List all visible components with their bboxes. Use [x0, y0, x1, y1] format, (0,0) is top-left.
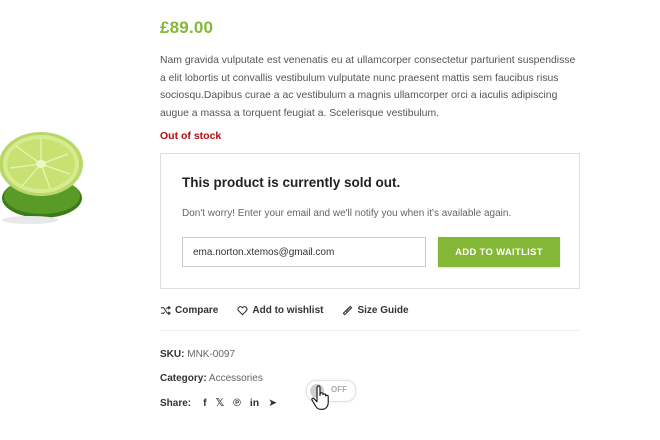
hand-cursor-icon — [311, 385, 329, 410]
size-guide-label: Size Guide — [357, 305, 409, 316]
size-guide-link[interactable]: Size Guide — [342, 305, 409, 316]
product-description: Nam gravida vulputate est venenatis eu a… — [160, 55, 576, 119]
share-row: Share: f 𝕏 ℗ in ➤ — [160, 397, 277, 409]
wishlist-link[interactable]: Add to wishlist — [237, 305, 323, 316]
waitlist-message: Don't worry! Enter your email and we'll … — [182, 208, 512, 219]
product-price: £89.00 — [160, 18, 214, 37]
sku-value: MNK-0097 — [187, 349, 236, 360]
category-row: Category: Accessories — [160, 373, 263, 384]
heart-icon — [237, 306, 248, 316]
facebook-icon[interactable]: f — [203, 397, 207, 409]
compare-link[interactable]: Compare — [160, 305, 218, 316]
compare-label: Compare — [175, 305, 219, 316]
product-lime-image — [0, 132, 83, 224]
category-link[interactable]: Accessories — [209, 373, 263, 384]
x-icon[interactable]: 𝕏 — [216, 397, 224, 409]
category-label: Category: — [160, 373, 207, 384]
product-actions: Compare Add to wishlist Size Guide — [160, 305, 409, 316]
waitlist-box: This product is currently sold out. Don'… — [160, 153, 580, 289]
waitlist-title: This product is currently sold out. — [182, 175, 401, 190]
toggle-label: OFF — [331, 385, 347, 394]
shuffle-icon — [160, 305, 171, 316]
stock-status: Out of stock — [160, 130, 222, 142]
divider — [160, 330, 580, 331]
share-label: Share: — [160, 397, 192, 409]
telegram-icon[interactable]: ➤ — [268, 397, 277, 409]
waitlist-email-input[interactable] — [182, 237, 426, 267]
sku-row: SKU: MNK-0097 — [160, 349, 235, 360]
pinterest-icon[interactable]: ℗ — [233, 397, 241, 409]
ruler-icon — [343, 305, 353, 316]
sku-label: SKU: — [160, 349, 185, 360]
wishlist-label: Add to wishlist — [252, 305, 324, 316]
linkedin-icon[interactable]: in — [250, 397, 259, 409]
add-to-waitlist-button[interactable]: ADD TO WAITLIST — [438, 237, 560, 267]
